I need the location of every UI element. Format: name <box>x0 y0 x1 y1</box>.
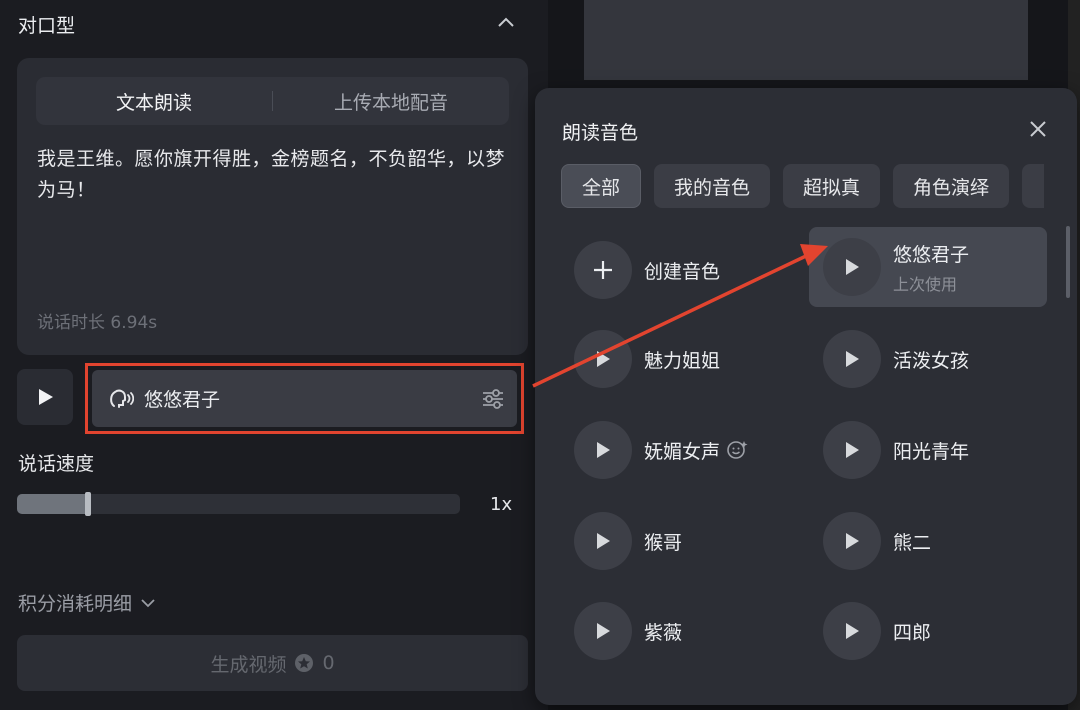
voice-option[interactable]: 悠悠君子 上次使用 <box>809 227 1047 307</box>
create-voice-button[interactable]: 创建音色 <box>560 230 798 310</box>
preview-play-button[interactable] <box>17 369 73 425</box>
filter-more-truncated[interactable] <box>1022 164 1045 208</box>
cost-details-toggle[interactable]: 积分消耗明细 <box>18 589 156 616</box>
voice-option-label: 熊二 <box>893 531 932 554</box>
speed-slider[interactable] <box>17 492 460 516</box>
speed-slider-fill <box>17 494 88 514</box>
voice-picker-popover: 朗读音色 全部 我的音色 超拟真 角色演绎 创建音色 悠悠君子 上次使用 魅力姐… <box>535 88 1077 705</box>
voice-option-name: 妩媚女声 <box>644 440 721 463</box>
smile-sparkle-icon <box>727 441 748 459</box>
voice-play-button[interactable] <box>574 602 632 660</box>
voice-option-label: 魅力姐姐 <box>644 349 721 372</box>
speech-duration: 说话时长 6.94s <box>37 313 158 333</box>
section-title: 对口型 <box>18 15 76 37</box>
voice-last-used-tag: 上次使用 <box>893 274 958 294</box>
plus-icon <box>594 261 612 279</box>
generate-cost: 0 <box>322 652 335 674</box>
preview-canvas <box>584 0 1028 80</box>
voice-list-scrollbar[interactable] <box>1066 226 1070 298</box>
close-icon[interactable] <box>1027 118 1049 140</box>
voice-option[interactable]: 活泼女孩 <box>809 319 1047 399</box>
play-icon <box>846 351 859 367</box>
filter-all[interactable]: 全部 <box>561 164 642 208</box>
voice-play-button[interactable] <box>823 330 881 388</box>
play-icon <box>597 533 610 549</box>
voice-option-label: 妩媚女声 <box>644 437 748 464</box>
play-icon <box>39 389 53 405</box>
voice-option-label: 紫薇 <box>644 621 683 644</box>
speed-value: 1x <box>490 494 513 515</box>
voice-option-label: 活泼女孩 <box>893 349 970 372</box>
sliders-icon[interactable] <box>481 388 505 410</box>
filter-character[interactable]: 角色演绎 <box>893 164 1010 208</box>
voice-highlight-box: 悠悠君子 <box>85 363 524 434</box>
voice-option[interactable]: 阳光青年 <box>809 410 1047 490</box>
voice-option-label: 四郎 <box>893 621 932 644</box>
generate-video-button[interactable]: 生成视频 0 <box>17 635 528 691</box>
voice-play-button[interactable] <box>823 421 881 479</box>
chevron-up-icon[interactable] <box>497 15 515 29</box>
voice-play-button[interactable] <box>574 330 632 388</box>
play-icon <box>597 442 610 458</box>
left-panel: 对口型 文本朗读 上传本地配音 我是王维。愿你旗开得胜，金榜题名，不负韶华，以梦… <box>0 0 548 710</box>
credit-coin-icon <box>295 654 314 672</box>
voice-selector[interactable]: 悠悠君子 <box>92 370 517 427</box>
voice-option[interactable]: 熊二 <box>809 501 1047 581</box>
voice-option-label: 悠悠君子 <box>893 243 970 266</box>
cost-details-label: 积分消耗明细 <box>18 593 133 615</box>
popover-title: 朗读音色 <box>562 122 639 144</box>
voice-option[interactable]: 猴哥 <box>560 501 798 581</box>
voice-option[interactable]: 紫薇 <box>560 591 798 671</box>
voice-option[interactable]: 魅力姐姐 <box>560 319 798 399</box>
voice-play-button[interactable] <box>823 602 881 660</box>
filter-my-voices[interactable]: 我的音色 <box>654 164 771 208</box>
tab-upload-audio[interactable]: 上传本地配音 <box>273 88 509 115</box>
voice-option-label: 猴哥 <box>644 531 683 554</box>
voice-play-button[interactable] <box>574 512 632 570</box>
play-icon <box>597 623 610 639</box>
generate-video-label: 生成视频 <box>210 653 287 676</box>
play-icon <box>846 623 859 639</box>
play-icon <box>597 351 610 367</box>
voice-play-button[interactable] <box>823 512 881 570</box>
play-icon <box>846 442 859 458</box>
voice-option[interactable]: 四郎 <box>809 591 1047 671</box>
voice-option-label: 阳光青年 <box>893 440 970 463</box>
play-icon <box>846 533 859 549</box>
speaking-head-icon <box>110 389 134 408</box>
voice-play-button[interactable] <box>823 238 881 296</box>
script-text-area[interactable]: 我是王维。愿你旗开得胜，金榜题名，不负韶华，以梦为马！ <box>37 144 512 206</box>
create-voice-label: 创建音色 <box>644 260 721 283</box>
speed-slider-thumb[interactable] <box>85 492 91 516</box>
voice-option[interactable]: 妩媚女声 <box>560 410 798 490</box>
tab-text-reading[interactable]: 文本朗读 <box>36 88 272 115</box>
filter-ultra-real[interactable]: 超拟真 <box>783 164 881 208</box>
play-icon <box>846 259 859 275</box>
mode-tabs: 文本朗读 上传本地配音 <box>36 77 509 125</box>
chevron-down-icon <box>141 598 155 607</box>
selected-voice-name: 悠悠君子 <box>144 389 221 411</box>
voice-play-button[interactable] <box>574 421 632 479</box>
voice-filter-row: 全部 我的音色 超拟真 角色演绎 <box>561 164 1045 208</box>
script-card: 文本朗读 上传本地配音 我是王维。愿你旗开得胜，金榜题名，不负韶华，以梦为马！ … <box>17 58 528 355</box>
plus-circle <box>574 241 632 299</box>
speed-label: 说话速度 <box>18 453 95 475</box>
